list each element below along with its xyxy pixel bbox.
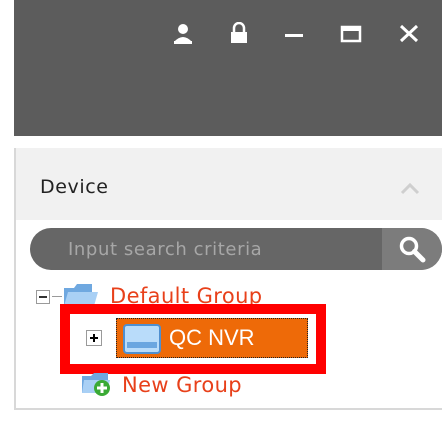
tree-connector <box>52 296 62 297</box>
lock-icon[interactable] <box>230 21 248 48</box>
search-button[interactable] <box>382 228 442 270</box>
search-input[interactable] <box>30 228 380 270</box>
maximize-icon[interactable] <box>340 22 362 48</box>
tree-node-new-group[interactable]: New Group <box>122 373 242 397</box>
tree-node-qc-nvr[interactable]: QC NVR <box>116 318 308 358</box>
panel-title: Device <box>40 176 109 198</box>
chevron-up-icon[interactable] <box>400 180 420 199</box>
search-icon <box>399 236 426 263</box>
highlight-inner: QC NVR <box>70 314 316 364</box>
nvr-label: QC NVR <box>169 325 255 350</box>
highlight-box: QC NVR <box>60 304 326 374</box>
minimize-icon[interactable] <box>284 22 304 48</box>
nvr-device-icon <box>123 324 161 358</box>
user-icon[interactable] <box>172 22 194 48</box>
search-bar <box>30 228 442 270</box>
title-bar <box>14 0 442 136</box>
collapse-toggle[interactable] <box>36 290 50 304</box>
panel-header[interactable]: Device <box>16 148 442 220</box>
close-icon[interactable] <box>398 22 420 48</box>
expand-toggle[interactable] <box>86 330 102 346</box>
new-group-icon <box>80 371 114 401</box>
